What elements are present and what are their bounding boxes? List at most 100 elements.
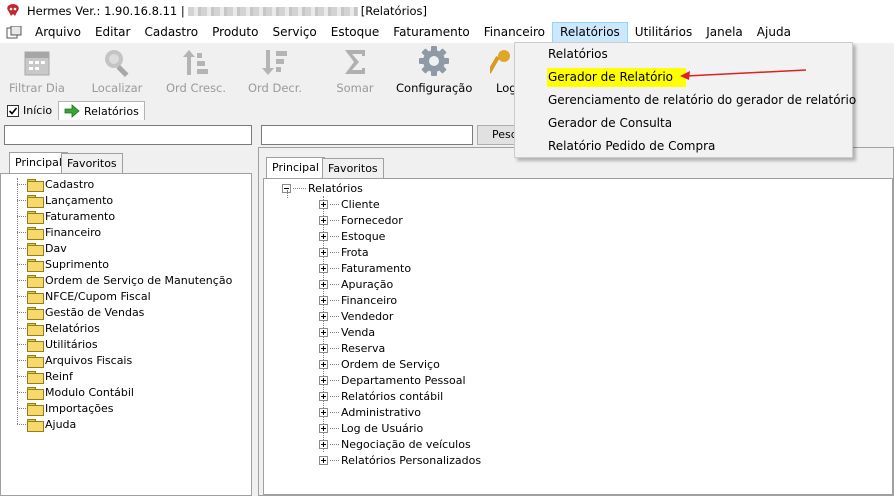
right-tree-item[interactable]: Ordem de Serviço (319, 356, 440, 372)
left-search-input[interactable] (4, 125, 252, 145)
menu-2[interactable]: Cadastro (137, 22, 205, 43)
left-tree-item[interactable]: Gestão de Vendas (17, 304, 144, 320)
right-tree-item[interactable]: Frota (319, 244, 369, 260)
menu-8[interactable]: Relatórios (552, 22, 628, 43)
right-tree-item-label: Ordem de Serviço (341, 357, 440, 371)
right-tree-item[interactable]: Relatórios contábil (319, 388, 443, 404)
expand-icon[interactable] (319, 343, 328, 353)
left-tree-item[interactable]: Ajuda (17, 416, 76, 432)
dropdown-item[interactable]: Gerador de Consulta (548, 114, 672, 133)
expand-icon[interactable] (319, 215, 328, 225)
right-tree-item[interactable]: Vendedor (319, 308, 393, 324)
sort-asc-button[interactable]: Ord Cresc. (164, 43, 228, 100)
menu-6[interactable]: Faturamento (386, 22, 476, 43)
dropdown-item[interactable]: Gerenciamento de relatório do gerador de… (548, 91, 856, 110)
expand-icon[interactable] (319, 263, 328, 273)
sort-desc-button[interactable]: Ord Decr. (244, 43, 306, 100)
sum-button[interactable]: Somar (330, 43, 380, 100)
window-title: Hermes Ver.: 1.90.16.8.11 | [Relatórios] (27, 4, 427, 18)
right-tree-guide-line (287, 190, 288, 198)
left-tab-favoritos[interactable]: Favoritos (61, 153, 123, 173)
dropdown-item[interactable]: Relatório Pedido de Compra (548, 137, 715, 156)
left-tree-item[interactable]: Importações (17, 400, 114, 416)
right-tree-item[interactable]: Financeiro (319, 292, 397, 308)
tree-connector (17, 311, 26, 313)
right-tab-principal[interactable]: Principal (266, 157, 325, 179)
left-tree-item-label: Reinf (45, 369, 73, 383)
tree-connector (330, 251, 339, 253)
configuration-button[interactable]: Configuração (396, 43, 472, 100)
right-tree-item[interactable]: Log de Usuário (319, 420, 423, 436)
right-tab-favoritos[interactable]: Favoritos (322, 158, 384, 178)
expand-icon[interactable] (319, 199, 328, 209)
left-tree-item[interactable]: Suprimento (17, 256, 109, 272)
locate-button[interactable]: Localizar (88, 43, 146, 100)
right-tree-root[interactable]: Relatórios (282, 180, 363, 196)
expand-icon[interactable] (319, 375, 328, 385)
expand-icon[interactable] (319, 391, 328, 401)
expand-icon[interactable] (319, 407, 328, 417)
left-tree-item-label: Cadastro (45, 177, 95, 191)
left-tree-item[interactable]: NFCE/Cupom Fiscal (17, 288, 151, 304)
menu-9[interactable]: Utilitários (628, 22, 699, 43)
expand-icon[interactable] (319, 231, 328, 241)
right-tree-item[interactable]: Fornecedor (319, 212, 403, 228)
tree-connector (17, 375, 26, 377)
dropdown-item[interactable]: Relatórios (548, 45, 608, 64)
left-tree-item[interactable]: Arquivos Fiscais (17, 352, 132, 368)
expand-icon[interactable] (319, 311, 328, 321)
menu-1[interactable]: Editar (88, 22, 138, 43)
left-tree-item[interactable]: Cadastro (17, 176, 94, 192)
left-tree-item[interactable]: Relatórios (17, 320, 100, 336)
left-tree-item[interactable]: Lançamento (17, 192, 113, 208)
tab-inicio[interactable]: Início (2, 101, 57, 120)
right-tree-item[interactable]: Negociação de veículos (319, 436, 471, 452)
right-tree-item[interactable]: Venda (319, 324, 375, 340)
expand-icon[interactable] (319, 439, 328, 449)
folder-icon (27, 258, 44, 272)
right-tree-item[interactable]: Estoque (319, 228, 385, 244)
right-tree-item[interactable]: Reserva (319, 340, 385, 356)
menu-3[interactable]: Produto (205, 22, 265, 43)
right-tree-item[interactable]: Cliente (319, 196, 380, 212)
folder-icon (27, 210, 44, 224)
menu-5[interactable]: Estoque (324, 22, 387, 43)
window-title-prefix: Hermes Ver.: 1.90.16.8.11 | (27, 4, 185, 18)
right-tree-item[interactable]: Apuração (319, 276, 393, 292)
left-tree-item[interactable]: Dav (17, 240, 67, 256)
menu-0[interactable]: Arquivo (28, 22, 88, 43)
left-tree-item[interactable]: Ordem de Serviço de Manutenção (17, 272, 232, 288)
left-tree-item[interactable]: Utilitários (17, 336, 98, 352)
tree-connector (330, 379, 339, 381)
expand-icon[interactable] (319, 279, 328, 289)
expand-icon[interactable] (319, 455, 328, 465)
left-tree-item[interactable]: Faturamento (17, 208, 115, 224)
tab-relatorios[interactable]: Relatórios (58, 101, 145, 120)
dropdown-item[interactable]: Gerador de Relatório (547, 68, 687, 87)
expand-icon[interactable] (319, 295, 328, 305)
right-tree-item[interactable]: Faturamento (319, 260, 411, 276)
right-search-input[interactable] (261, 125, 473, 145)
folder-icon (27, 274, 44, 288)
right-tree-item[interactable]: Relatórios Personalizados (319, 452, 481, 468)
tree-connector (17, 343, 26, 345)
sort-desc-label: Ord Decr. (247, 81, 303, 95)
menu-7[interactable]: Financeiro (477, 22, 552, 43)
menu-11[interactable]: Ajuda (750, 22, 798, 43)
menu-10[interactable]: Janela (699, 22, 750, 43)
left-tree-item[interactable]: Modulo Contábil (17, 384, 134, 400)
left-tab-principal[interactable]: Principal (9, 152, 68, 174)
right-tree-item[interactable]: Administrativo (319, 404, 421, 420)
right-tree-item[interactable]: Departamento Pessoal (319, 372, 466, 388)
expand-icon[interactable] (319, 327, 328, 337)
filter-day-button[interactable]: Filtrar Dia (6, 43, 68, 100)
left-tree-item[interactable]: Financeiro (17, 224, 101, 240)
expand-icon[interactable] (319, 423, 328, 433)
expand-icon[interactable] (319, 359, 328, 369)
menu-4[interactable]: Serviço (265, 22, 323, 43)
expand-icon[interactable] (319, 247, 328, 257)
system-menu-icon[interactable] (6, 25, 22, 40)
right-tree-item-label: Estoque (341, 229, 386, 243)
log-button[interactable]: Log (490, 43, 514, 100)
left-tree-item[interactable]: Reinf (17, 368, 73, 384)
